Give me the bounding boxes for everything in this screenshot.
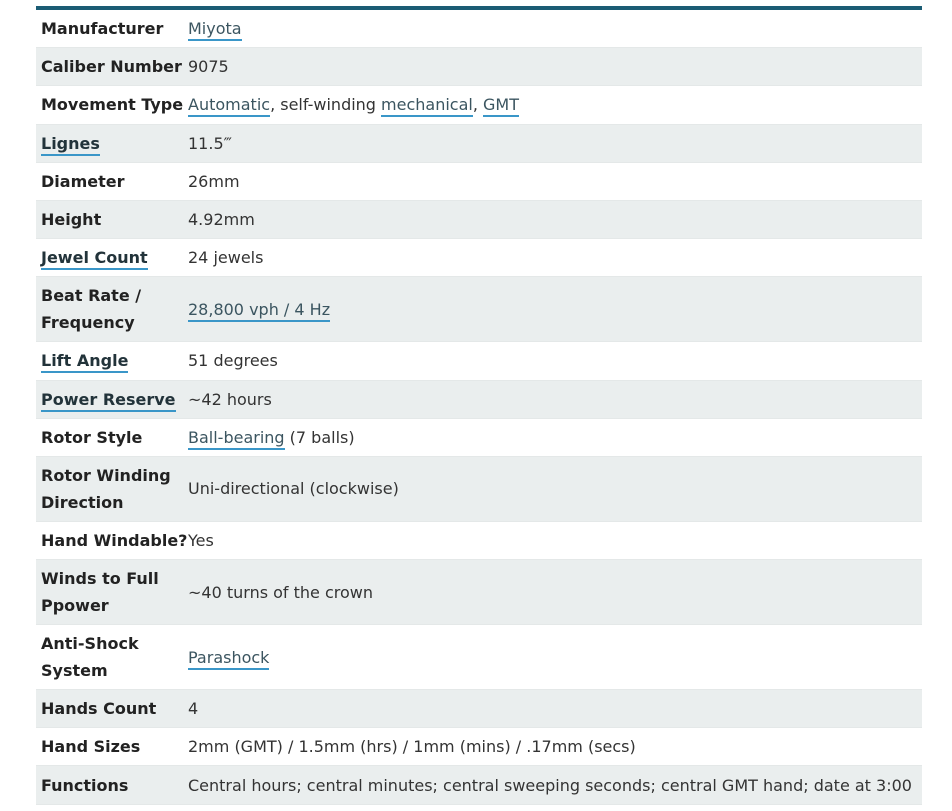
row-label: Jewel Count	[36, 244, 188, 271]
row-value: Parashock	[188, 644, 922, 671]
row-value: 51 degrees	[188, 351, 278, 371]
beat-rate-link[interactable]: 28,800 vph / 4 Hz	[188, 299, 331, 322]
row-value: Miyota	[188, 15, 922, 42]
table-row: Manufacturer Miyota	[36, 10, 922, 49]
label-line: Frequency	[41, 313, 135, 333]
row-label: Hand Sizes	[41, 737, 141, 757]
table-row: Functions Central hours; central minutes…	[36, 766, 922, 805]
gmt-link[interactable]: GMT	[483, 95, 520, 118]
row-label: Lignes	[36, 130, 188, 157]
table-row: Diameter 26mm	[36, 163, 922, 201]
jewel-count-link[interactable]: Jewel Count	[41, 248, 148, 271]
label-line: Direction	[41, 492, 124, 512]
row-value: 26mm	[188, 171, 240, 191]
row-value: 9075	[188, 57, 229, 77]
table-row: Height 4.92mm	[36, 200, 922, 240]
table-row: Hands Count 4	[36, 690, 922, 729]
row-value: 28,800 vph / 4 Hz	[188, 296, 922, 323]
row-label: Anti-Shock System	[36, 630, 188, 684]
label-line: System	[41, 661, 108, 681]
mechanical-link[interactable]: mechanical	[381, 95, 473, 118]
table-row: Winds to Full Ppower ~40 turns of the cr…	[36, 560, 922, 626]
table-row: Rotor Winding Direction Uni-directional …	[36, 456, 922, 522]
table-row: Hand Sizes 2mm (GMT) / 1.5mm (hrs) / 1mm…	[36, 728, 922, 767]
row-label: Rotor Style	[41, 427, 143, 447]
table-row: Lift Angle 51 degrees	[36, 342, 922, 381]
row-label: Hands Count	[41, 699, 157, 719]
row-value: 11.5‴	[188, 133, 232, 153]
power-reserve-link[interactable]: Power Reserve	[41, 389, 176, 412]
table-row: Rotor Style Ball-bearing (7 balls)	[36, 419, 922, 457]
row-label: Hand Windable?	[41, 530, 188, 550]
label-line: Anti-Shock	[41, 634, 139, 654]
automatic-link[interactable]: Automatic	[188, 95, 271, 118]
lift-angle-link[interactable]: Lift Angle	[41, 351, 129, 374]
rotor-style-text: (7 balls)	[284, 427, 355, 447]
row-label: Power Reserve	[36, 386, 188, 413]
label-line: Winds to Full	[41, 569, 159, 589]
row-value: 4	[188, 699, 199, 719]
row-value: Automatic, self-winding mechanical, GMT	[188, 91, 922, 118]
row-label: Functions	[41, 775, 129, 795]
table-row: Caliber Number 9075	[36, 48, 922, 87]
label-line: Rotor Winding	[41, 465, 171, 485]
row-value: 24 jewels	[188, 248, 264, 268]
table-row: Power Reserve ~42 hours	[36, 380, 922, 419]
manufacturer-link[interactable]: Miyota	[188, 19, 242, 42]
row-label: Lift Angle	[36, 347, 188, 374]
row-label: Rotor Winding Direction	[36, 462, 188, 516]
table-row: Movement Type Automatic, self-winding me…	[36, 86, 922, 125]
row-label: Height	[41, 210, 102, 230]
table-row: Anti-Shock System Parashock	[36, 625, 922, 691]
specs-table: Manufacturer Miyota Caliber Number 9075 …	[36, 6, 922, 805]
ball-bearing-link[interactable]: Ball-bearing	[188, 427, 285, 450]
row-label: Diameter	[41, 171, 125, 191]
row-value: Central hours; central minutes; central …	[188, 775, 912, 795]
row-value: 4.92mm	[188, 210, 255, 230]
row-value: ~40 turns of the crown	[188, 582, 374, 602]
table-row: Beat Rate / Frequency 28,800 vph / 4 Hz	[36, 277, 922, 343]
row-label: Manufacturer	[41, 19, 164, 39]
label-line: Beat Rate /	[41, 286, 142, 306]
row-label: Caliber Number	[41, 57, 182, 77]
table-row: Hand Windable? Yes	[36, 522, 922, 561]
row-label: Movement Type	[41, 95, 184, 115]
row-value: 2mm (GMT) / 1.5mm (hrs) / 1mm (mins) / .…	[188, 737, 636, 757]
table-row: Lignes 11.5‴	[36, 124, 922, 163]
label-line: Ppower	[41, 596, 109, 616]
table-row: Jewel Count 24 jewels	[36, 239, 922, 278]
parashock-link[interactable]: Parashock	[188, 647, 270, 670]
row-label: Winds to Full Ppower	[36, 565, 188, 619]
movement-separator: ,	[472, 95, 484, 115]
row-value: ~42 hours	[188, 389, 272, 409]
row-value: Yes	[188, 530, 214, 550]
row-label: Beat Rate / Frequency	[36, 282, 188, 336]
row-value: Ball-bearing (7 balls)	[188, 424, 922, 451]
lignes-link[interactable]: Lignes	[41, 133, 100, 156]
movement-text: , self-winding	[270, 95, 382, 115]
row-value: Uni-directional (clockwise)	[188, 479, 399, 499]
